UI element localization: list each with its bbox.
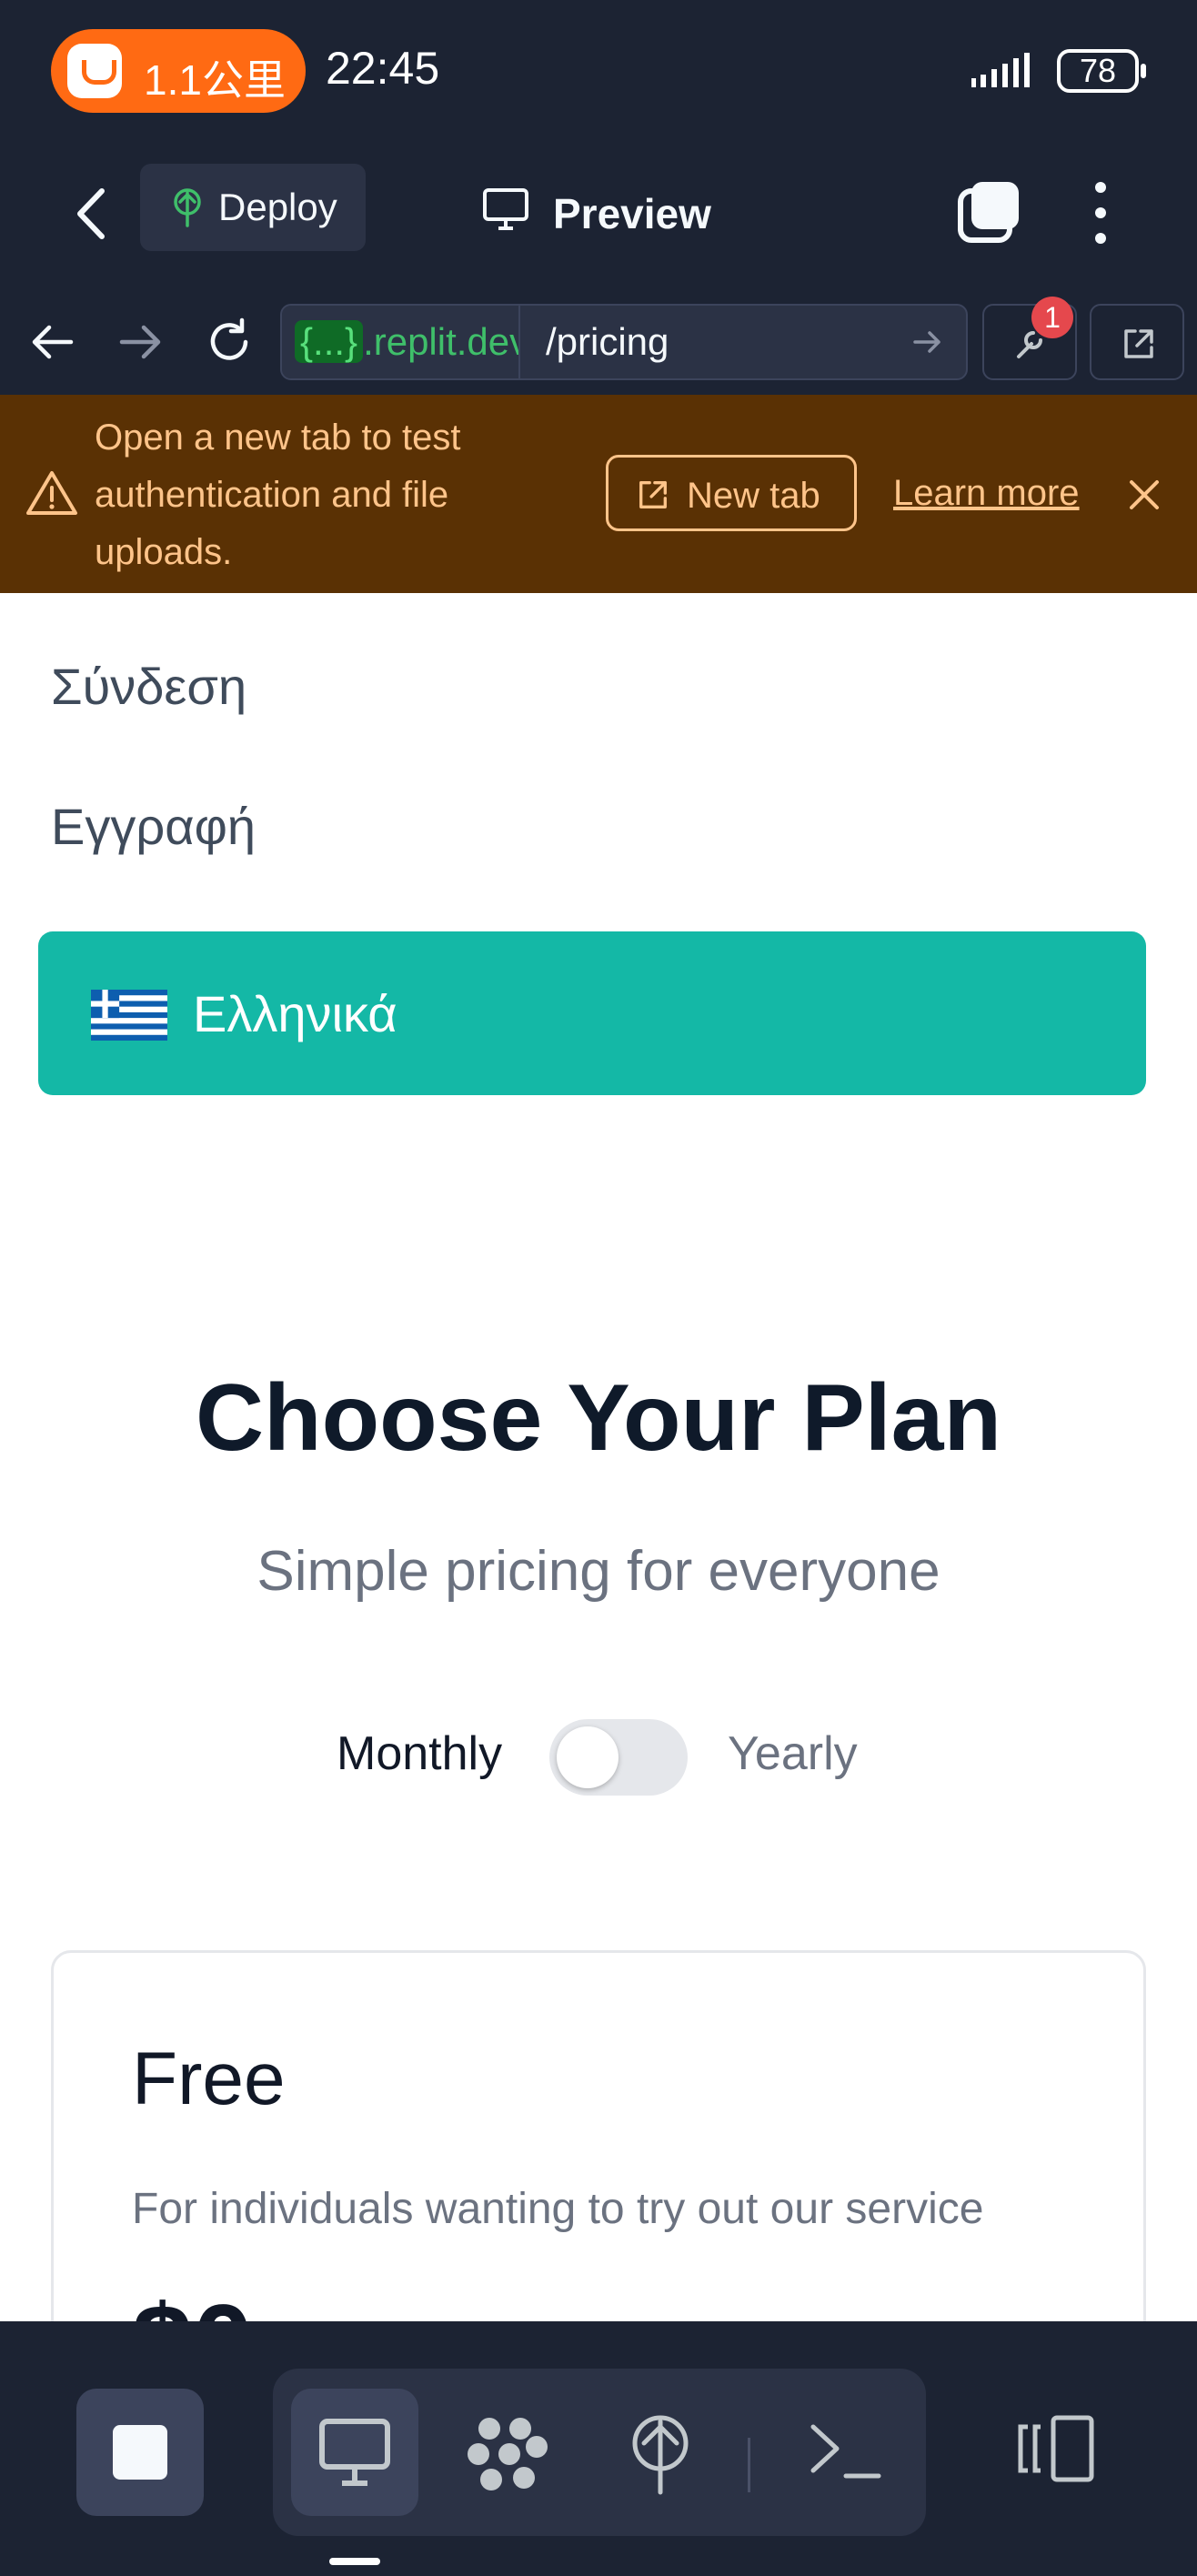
banner-message: Open a new tab to test authentication an… — [95, 418, 461, 572]
browser-forward-icon[interactable] — [113, 315, 167, 369]
url-path-input[interactable]: /pricing — [546, 306, 669, 378]
external-link-icon — [639, 481, 667, 508]
url-host-domain: .replit.dev — [363, 320, 520, 363]
plan-name: Free — [132, 2038, 286, 2120]
open-external-button[interactable] — [1090, 304, 1184, 380]
close-icon[interactable] — [1124, 475, 1164, 515]
deploy-button[interactable]: Deploy — [140, 164, 366, 251]
bottom-toolbar — [0, 2321, 1197, 2576]
ride-status-pill[interactable]: 1.1公里 — [51, 29, 306, 113]
learn-more-link[interactable]: Learn more — [893, 473, 1080, 514]
plan-card-free: Free For individuals wanting to try out … — [51, 1950, 1146, 2321]
billing-period-toggle[interactable] — [549, 1719, 688, 1796]
new-tab-button[interactable]: New tab — [606, 455, 857, 531]
tool-switcher — [273, 2369, 926, 2536]
warning-icon — [26, 471, 77, 515]
monitor-icon — [319, 2419, 390, 2486]
billing-yearly-label: Yearly — [728, 1727, 858, 1780]
sidebar-toggle-icon[interactable] — [1017, 2412, 1097, 2485]
ride-distance: 1.1公里 — [144, 56, 286, 104]
app-header: Deploy Preview — [0, 146, 1197, 291]
external-link-icon — [1124, 329, 1153, 358]
pricing-subheading: Simple pricing for everyone — [256, 1540, 940, 1603]
url-bar[interactable]: {...} .replit.dev /pricing — [280, 304, 968, 380]
stop-icon — [113, 2425, 167, 2480]
battery-indicator: 78 — [1057, 49, 1146, 93]
preview-tool-button[interactable] — [291, 2389, 418, 2516]
ride-app-icon — [67, 44, 122, 98]
monitor-icon — [483, 188, 528, 230]
new-tab-label: New tab — [687, 476, 820, 516]
toggle-knob — [557, 1726, 619, 1788]
notification-badge: 1 — [1031, 297, 1073, 338]
language-selector-button[interactable]: Ελληνικά — [38, 931, 1146, 1095]
plan-price: $0 — [132, 2280, 253, 2321]
status-bar: 1.1公里 22:45 78 — [0, 0, 1197, 146]
browser-back-icon[interactable] — [25, 315, 80, 369]
pricing-heading: Choose Your Plan — [195, 1365, 1002, 1471]
shell-icon[interactable] — [800, 2409, 888, 2496]
back-chevron-icon[interactable] — [69, 182, 115, 246]
plan-description: For individuals wanting to try out our s… — [132, 2185, 984, 2233]
more-options-icon[interactable] — [1082, 176, 1119, 249]
deploy-icon — [174, 188, 201, 227]
url-host-prefix: {...} — [295, 320, 364, 363]
deploy-label: Deploy — [218, 186, 337, 228]
nav-login-link[interactable]: Σύνδεση — [51, 657, 246, 716]
agent-icon[interactable] — [464, 2409, 551, 2496]
tabs-switcher-icon[interactable] — [957, 178, 1022, 244]
greek-flag-icon — [91, 990, 167, 1041]
refresh-icon[interactable] — [202, 315, 256, 369]
warning-banner: Open a new tab to test authentication an… — [0, 395, 1197, 593]
browser-toolbar: {...} .replit.dev /pricing 1 — [0, 289, 1197, 395]
url-host: {...} .replit.dev — [282, 306, 520, 378]
nav-signup-link[interactable]: Εγγραφή — [51, 797, 256, 856]
go-arrow-icon[interactable] — [910, 324, 946, 360]
stop-button[interactable] — [76, 2389, 204, 2516]
home-indicator — [329, 2558, 380, 2565]
toolbar-divider — [748, 2438, 750, 2492]
deploy-icon[interactable] — [617, 2409, 704, 2496]
language-label: Ελληνικά — [193, 985, 397, 1042]
billing-monthly-label: Monthly — [337, 1727, 503, 1780]
preview-page: Σύνδεση Εγγραφή Ελληνικά Choose Your Pla… — [0, 593, 1197, 2321]
preview-label: Preview — [553, 190, 711, 237]
signal-icon — [971, 53, 1030, 87]
clock: 22:45 — [326, 43, 440, 94]
